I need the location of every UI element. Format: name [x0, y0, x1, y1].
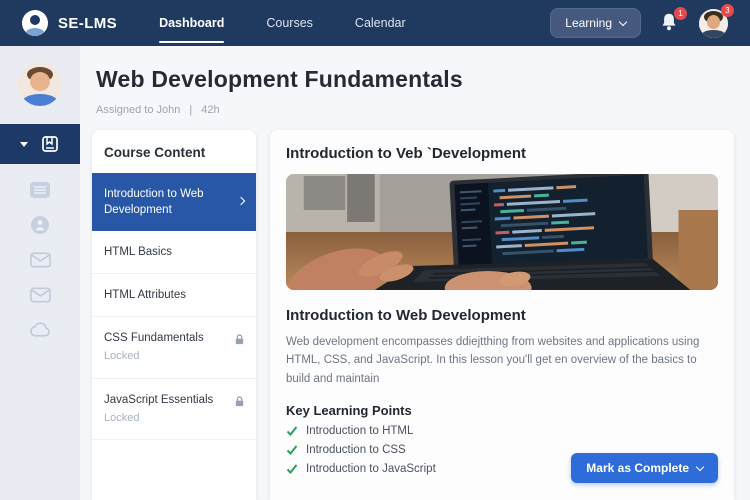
brand-logo-user-icon	[22, 10, 48, 36]
sidebar-item-inbox[interactable]	[23, 285, 57, 305]
learning-dropdown-label: Learning	[565, 16, 612, 30]
lesson-heading: Introduction to Web Development	[286, 307, 526, 324]
key-points-title: Key Learning Points	[286, 403, 412, 419]
cloud-icon	[29, 322, 50, 337]
key-point-label: Introduction to JavaScript	[306, 463, 436, 476]
left-sidebar	[0, 46, 80, 500]
locked-label: Locked	[104, 411, 140, 424]
chevron-down-icon	[695, 462, 705, 471]
key-point-label: Introduction to HTML	[306, 425, 414, 438]
course-item-intro-web[interactable]: Introduction to Web Development	[92, 173, 256, 232]
caret-down-icon	[20, 141, 28, 147]
course-item-html-basics[interactable]: HTML Basics	[92, 231, 256, 275]
course-content-panel: Course Content Introduction to Web Devel…	[92, 130, 256, 500]
chevron-right-icon	[236, 196, 246, 206]
check-icon	[286, 464, 298, 475]
notifications-bell-button[interactable]: 1	[659, 7, 687, 34]
sidebar-item-profile[interactable]	[23, 215, 57, 235]
lesson-panel: Introduction to Veb `Development Introdu…	[270, 130, 734, 500]
mail-icon	[29, 287, 51, 303]
lock-icon	[235, 396, 244, 407]
nav-courses[interactable]: Courses	[266, 0, 313, 46]
course-item-html-attributes[interactable]: HTML Attributes	[92, 274, 256, 318]
page-header: Web Development Fundamentals Assigned to…	[80, 46, 750, 116]
course-item-label: CSS Fundamentals	[104, 332, 204, 345]
mark-as-complete-button[interactable]: Mark as Complete	[571, 453, 718, 483]
topbar-right-cluster: Learning 1 3	[550, 3, 734, 38]
course-item-label: HTML Basics	[104, 246, 172, 259]
key-point-row: Introduction to HTML	[286, 425, 718, 437]
content-row: Course Content Introduction to Web Devel…	[80, 116, 750, 500]
check-icon	[286, 445, 298, 456]
key-point-label: Introduction to CSS	[306, 444, 406, 457]
nav-dashboard[interactable]: Dashboard	[159, 0, 225, 46]
top-navigation: Dashboard Courses Calendar	[159, 0, 406, 46]
sidebar-icon-list	[0, 180, 80, 340]
sidebar-item-list[interactable]	[23, 180, 57, 200]
course-item-label: HTML Attributes	[104, 289, 187, 302]
course-book-icon	[42, 136, 58, 152]
course-item-label: Introduction to Web Development	[104, 188, 204, 217]
list-icon	[30, 182, 50, 198]
bell-notification-badge: 1	[674, 7, 687, 20]
brand-name: SE-LMS	[58, 14, 118, 32]
page-title: Web Development Fundamentals	[96, 66, 463, 92]
lesson-title: Introduction to Veb `Development	[286, 145, 527, 162]
lesson-image	[286, 174, 718, 290]
sidebar-user-avatar[interactable]	[18, 62, 62, 106]
course-item-css-fundamentals[interactable]: CSS Fundamentals Locked	[92, 317, 256, 379]
sidebar-item-messages[interactable]	[23, 250, 57, 270]
locked-label: Locked	[104, 350, 140, 363]
lesson-body-text: Web development encompasses ddiejtthing …	[286, 336, 700, 385]
laptop-coding-illustration	[286, 174, 718, 290]
learning-dropdown-button[interactable]: Learning	[550, 8, 641, 38]
brand[interactable]: SE-LMS	[22, 10, 117, 36]
page-meta: Assigned to John | 42h	[96, 104, 734, 116]
chevron-down-icon	[618, 17, 628, 26]
course-content-header: Course Content	[104, 145, 206, 160]
main-content: Web Development Fundamentals Assigned to…	[80, 46, 750, 500]
meta-divider: |	[189, 104, 193, 116]
assigned-to-label: Assigned to John	[96, 104, 181, 116]
course-item-label: JavaScript Essentials	[104, 393, 214, 406]
check-icon	[286, 426, 298, 437]
sidebar-item-cloud[interactable]	[23, 320, 57, 340]
mark-as-complete-label: Mark as Complete	[586, 461, 689, 475]
lock-icon	[235, 334, 244, 345]
mail-icon	[29, 252, 51, 268]
sidebar-item-courses-active[interactable]	[0, 124, 80, 164]
top-navbar: SE-LMS Dashboard Courses Calendar Learni…	[0, 0, 750, 46]
lms-app-window: SE-LMS Dashboard Courses Calendar Learni…	[0, 0, 750, 500]
profile-avatar-button[interactable]: 3	[699, 3, 734, 38]
user-circle-icon	[31, 216, 49, 234]
duration-label: 42h	[201, 104, 220, 116]
course-item-javascript-essentials[interactable]: JavaScript Essentials Locked	[92, 379, 256, 441]
nav-calendar[interactable]: Calendar	[355, 0, 406, 46]
profile-notification-badge: 3	[721, 3, 734, 17]
